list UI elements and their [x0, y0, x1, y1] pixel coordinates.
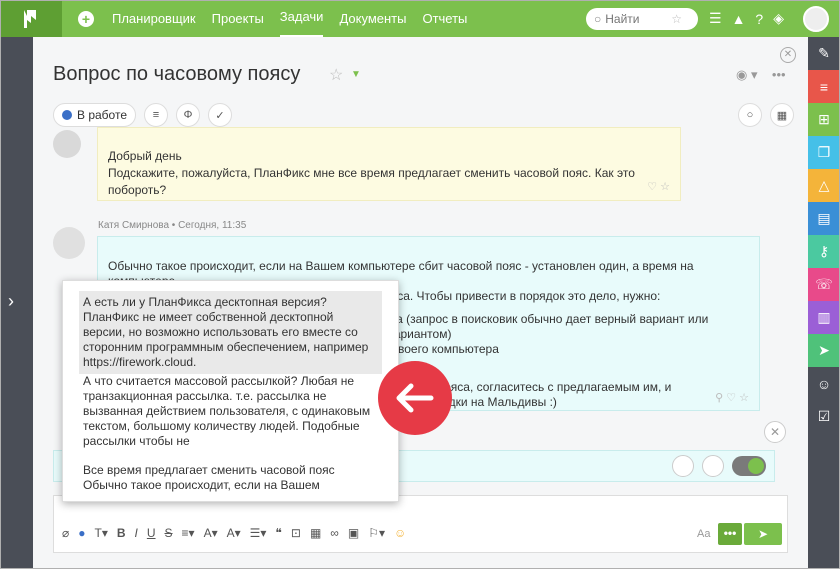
- checklist-icon[interactable]: ☑: [808, 400, 840, 433]
- font-size-toggle[interactable]: Aa: [697, 528, 710, 540]
- right-tools: ○ ▦: [738, 103, 802, 127]
- status-dot-icon: [62, 110, 72, 120]
- align-icon[interactable]: ≡▾: [182, 526, 195, 540]
- edit-icon[interactable]: ✎: [808, 37, 840, 70]
- task-title: Вопрос по часовому поясу: [53, 63, 301, 85]
- docs-icon[interactable]: ❐: [808, 136, 840, 169]
- logo[interactable]: [0, 0, 62, 37]
- quote-icon[interactable]: ❝: [275, 526, 281, 540]
- right-sidebar: ✎ ≡ ⊞ ❐ △ ▤ ⚷ ☏ ▥ ➤ ☺ ☑: [808, 37, 840, 569]
- list-format-icon[interactable]: ☰▾: [250, 526, 267, 540]
- color-dot-icon[interactable]: ●: [78, 526, 85, 540]
- search-input[interactable]: [605, 12, 672, 26]
- key-icon[interactable]: ⚷: [808, 235, 840, 268]
- nav-reports[interactable]: Отчеты: [422, 0, 467, 37]
- comment-1-greeting: Добрый день: [108, 149, 182, 163]
- font-color-icon[interactable]: A▾: [204, 526, 218, 540]
- chevron-down-icon[interactable]: ▼: [351, 69, 361, 80]
- arrow-left-shape: [396, 383, 434, 413]
- underline-icon[interactable]: U: [147, 526, 156, 540]
- favorite-star-icon[interactable]: ☆: [329, 65, 343, 85]
- comment-author: Катя Смирнова • Сегодня, 11:35: [98, 220, 247, 231]
- strikethrough-icon[interactable]: S: [165, 526, 173, 540]
- attach-icon[interactable]: ⌀: [62, 526, 69, 540]
- user-icon[interactable]: [672, 455, 694, 477]
- phi-icon[interactable]: Φ: [176, 103, 201, 127]
- watch-eye-icon[interactable]: ◉ ▾ •••: [736, 67, 786, 83]
- left-sidebar: ›: [0, 37, 33, 569]
- search-box[interactable]: ○ ☆: [586, 8, 698, 30]
- description-icon[interactable]: ≡: [144, 103, 169, 127]
- avatar: [53, 130, 81, 158]
- clipboard-icon[interactable]: ▤: [808, 202, 840, 235]
- status-label: В работе: [77, 108, 128, 122]
- nav-projects[interactable]: Проекты: [212, 0, 264, 37]
- like-star-icons[interactable]: ♡ ☆: [647, 179, 670, 196]
- close-icon[interactable]: ✕: [780, 47, 796, 63]
- highlight-icon[interactable]: A▾: [227, 526, 241, 540]
- editor-toolbar: ⌀ ● T▾ B I U S ≡▾ A▾ A▾ ☰▾ ❝ ⊡ ▦ ∞ ▣ ⚐▾ …: [62, 526, 415, 540]
- contacts-icon[interactable]: ☏: [808, 268, 840, 301]
- send-icon[interactable]: ➤: [808, 334, 840, 367]
- link-icon[interactable]: ∞: [330, 526, 339, 540]
- image-icon[interactable]: ▣: [348, 526, 359, 540]
- check-icon[interactable]: ✓: [208, 103, 233, 127]
- status-bar: В работе ≡ Φ ✓: [53, 103, 240, 127]
- nav-planner[interactable]: Планировщик: [112, 0, 196, 37]
- flag-icon: [24, 9, 36, 28]
- notify-toggle[interactable]: [732, 456, 766, 476]
- top-navigation-bar: + Планировщик Проекты Задачи Документы О…: [0, 0, 840, 37]
- nav-tasks[interactable]: Задачи: [279, 0, 324, 37]
- suggestion-item[interactable]: А что считается массовой рассылкой? Люба…: [81, 374, 380, 449]
- arrow-left-icon: [378, 361, 452, 435]
- suggestion-item[interactable]: А есть ли у ПланФикса десктопная версия?…: [79, 291, 382, 374]
- calendar-icon[interactable]: ▦: [770, 103, 794, 127]
- emoji-icon[interactable]: ☺: [394, 526, 406, 540]
- tree-icon[interactable]: ⊞: [808, 103, 840, 136]
- expand-arrow-icon[interactable]: ›: [8, 291, 14, 312]
- text-style-icon[interactable]: T▾: [94, 526, 107, 540]
- close-editor-icon[interactable]: ✕: [764, 421, 786, 443]
- layers-icon[interactable]: ◈: [773, 10, 784, 27]
- smile-icon[interactable]: ☺: [808, 367, 840, 400]
- italic-icon[interactable]: I: [135, 526, 138, 540]
- nav-documents[interactable]: Документы: [339, 0, 406, 37]
- menu-icon[interactable]: ☰: [709, 10, 722, 27]
- suggestion-item[interactable]: Все время предлагает сменить часовой поя…: [81, 463, 380, 493]
- bold-icon[interactable]: B: [117, 526, 126, 540]
- rocket-icon[interactable]: ▲: [732, 11, 746, 27]
- more-button[interactable]: •••: [718, 523, 742, 545]
- template-suggestions-popup: А есть ли у ПланФикса десктопная версия?…: [62, 280, 399, 502]
- add-icon[interactable]: +: [78, 10, 94, 27]
- comment-1-text: Подскажите, пожалуйста, ПланФикс мне все…: [108, 166, 635, 197]
- search-comments-icon[interactable]: ○: [738, 103, 762, 127]
- bell-icon[interactable]: △: [808, 169, 840, 202]
- top-icons: ☰ ▲ ? ◈: [704, 0, 789, 37]
- search-user-icon[interactable]: [702, 455, 724, 477]
- comment-editor[interactable]: ⌀ ● T▾ B I U S ≡▾ A▾ A▾ ☰▾ ❝ ⊡ ▦ ∞ ▣ ⚐▾ …: [53, 495, 788, 553]
- pin-like-star-icons[interactable]: ⚲ ♡ ☆: [715, 391, 749, 406]
- search-icon: ○: [594, 12, 602, 26]
- send-button[interactable]: ➤: [744, 523, 782, 545]
- main-nav: Планировщик Проекты Задачи Документы Отч…: [104, 0, 475, 37]
- list-icon[interactable]: ≡: [808, 70, 840, 103]
- chart-icon[interactable]: ▥: [808, 301, 840, 334]
- code-icon[interactable]: ⊡: [291, 526, 301, 540]
- help-icon[interactable]: ?: [755, 11, 763, 27]
- status-button[interactable]: В работе: [53, 103, 137, 127]
- bookmark-icon[interactable]: ⚐▾: [368, 526, 385, 540]
- avatar: [53, 227, 85, 259]
- user-avatar[interactable]: [803, 6, 829, 32]
- comment-1: Добрый день Подскажите, пожалуйста, План…: [97, 127, 681, 201]
- star-icon[interactable]: ☆: [671, 12, 682, 26]
- table-icon[interactable]: ▦: [310, 526, 321, 540]
